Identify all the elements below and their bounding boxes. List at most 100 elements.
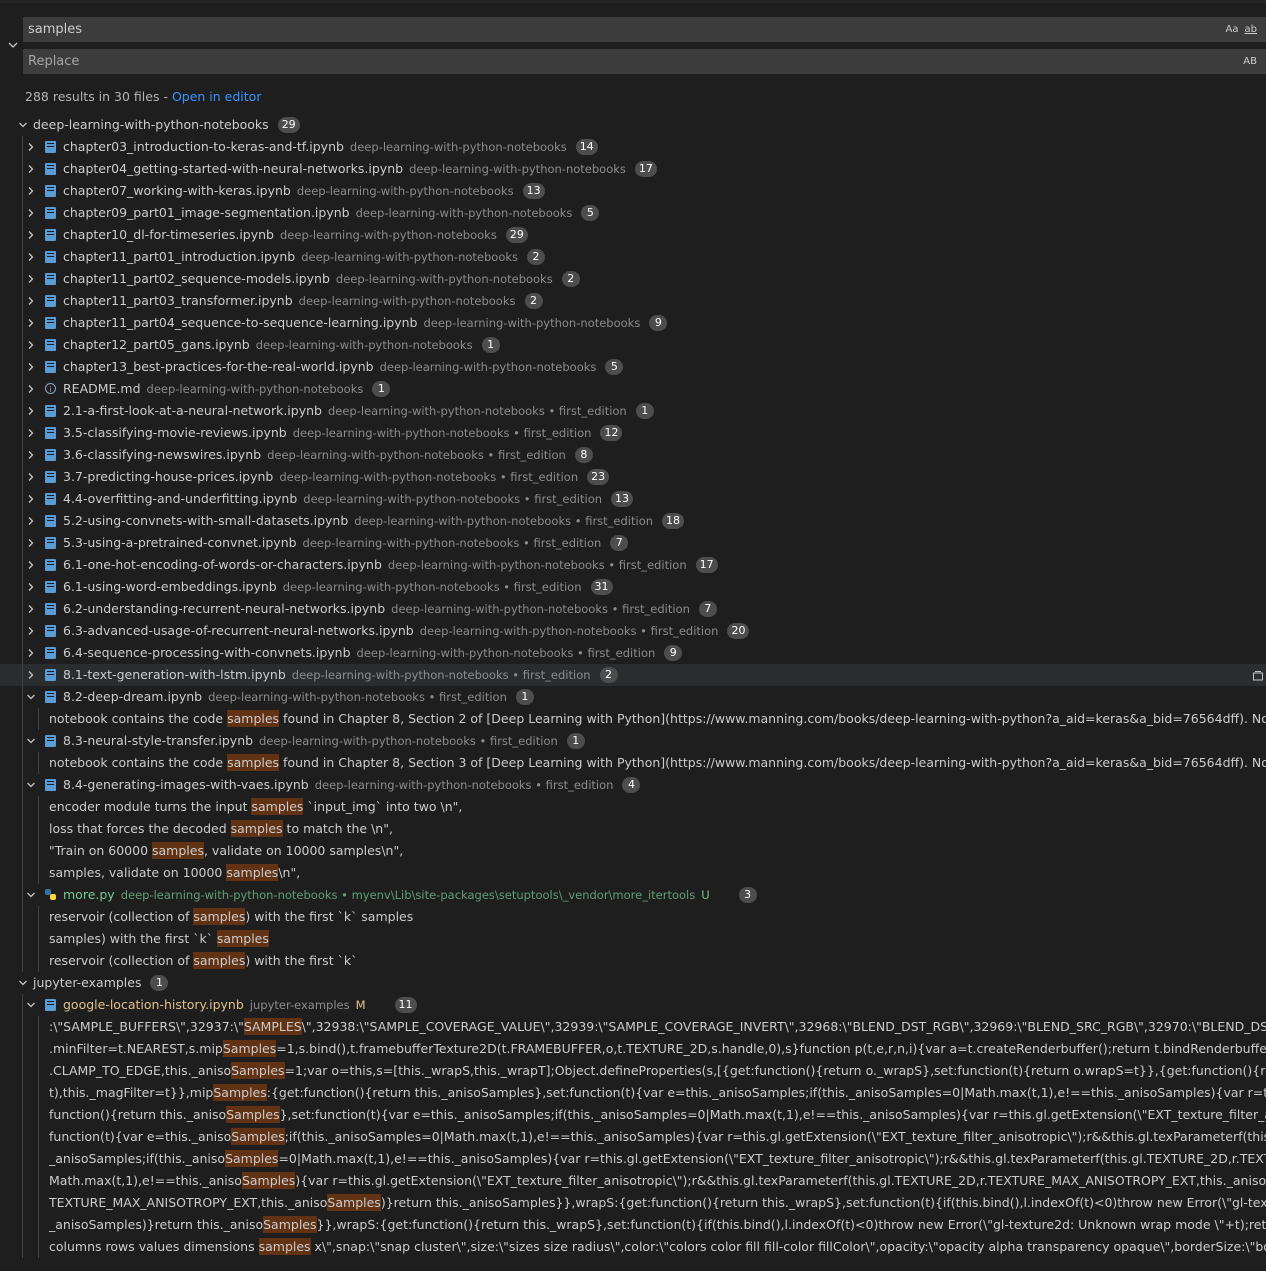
match-row[interactable]: "Train on 60000 samples, validate on 100… (0, 840, 1266, 862)
file-row[interactable]: chapter10_dl-for-timeseries.ipynb deep-le… (0, 224, 1266, 246)
chevron-right-icon[interactable] (24, 268, 38, 290)
file-row[interactable]: chapter13_best-practices-for-the-real-wo… (0, 356, 1266, 378)
chevron-down-icon[interactable] (24, 730, 38, 752)
chevron-right-icon[interactable] (24, 510, 38, 532)
chevron-right-icon[interactable] (24, 356, 38, 378)
chevron-right-icon[interactable] (24, 136, 38, 158)
match-whole-word-icon[interactable]: ab (1245, 24, 1257, 35)
chevron-right-icon[interactable] (24, 598, 38, 620)
chevron-right-icon[interactable] (24, 642, 38, 664)
folder-row[interactable]: jupyter-examples 1 (0, 972, 1266, 994)
replace-input[interactable]: Replace AB (23, 49, 1266, 74)
indent-guide (38, 1236, 39, 1258)
chevron-down-icon[interactable] (24, 994, 38, 1016)
chevron-right-icon[interactable] (24, 224, 38, 246)
match-prefix: loss that forces the decoded (49, 821, 231, 836)
file-row[interactable]: chapter12_part05_gans.ipynb deep-learning… (0, 334, 1266, 356)
match-row[interactable]: samples) with the first `k` samples (0, 928, 1266, 950)
match-row[interactable]: encoder module turns the input samples `… (0, 796, 1266, 818)
match-row[interactable]: columns rows values dimensions samples x… (0, 1236, 1266, 1258)
match-highlight: Samples (263, 1216, 317, 1233)
match-row[interactable]: notebook contains the code samples found… (0, 752, 1266, 774)
file-row[interactable]: 8.1-text-generation-with-lstm.ipynb deep-… (0, 664, 1266, 686)
match-row[interactable]: .minFilter=t.NEAREST,s.mipSamples=1,s.bi… (0, 1038, 1266, 1060)
folder-label: jupyter-examples 1 (33, 972, 169, 994)
chevron-right-icon[interactable] (24, 532, 38, 554)
chevron-down-icon[interactable] (24, 774, 38, 796)
match-row[interactable]: loss that forces the decoded samples to … (0, 818, 1266, 840)
chevron-right-icon[interactable] (24, 422, 38, 444)
file-row[interactable]: chapter11_part03_transformer.ipynb deep-l… (0, 290, 1266, 312)
match-row[interactable]: :\"SAMPLE_BUFFERS\",32937:\"SAMPLES\",32… (0, 1016, 1266, 1038)
chevron-right-icon[interactable] (24, 554, 38, 576)
match-prefix: notebook contains the code (49, 711, 228, 726)
search-input[interactable]: samples Aa ab (23, 17, 1266, 42)
file-row[interactable]: 8.4-generating-images-with-vaes.ipynb dee… (0, 774, 1266, 796)
file-row[interactable]: 8.3-neural-style-transfer.ipynb deep-lear… (0, 730, 1266, 752)
chevron-right-icon[interactable] (24, 620, 38, 642)
chevron-down-icon[interactable] (24, 686, 38, 708)
notebook-file-icon (45, 405, 56, 417)
chevron-right-icon[interactable] (24, 444, 38, 466)
chevron-right-icon[interactable] (24, 158, 38, 180)
chevron-right-icon[interactable] (24, 400, 38, 422)
chevron-right-icon[interactable] (24, 312, 38, 334)
folder-row[interactable]: deep-learning-with-python-notebooks 29 (0, 114, 1266, 136)
chevron-down-icon[interactable] (16, 114, 30, 136)
file-row[interactable]: chapter07_working-with-keras.ipynb deep-l… (0, 180, 1266, 202)
file-row[interactable]: chapter03_introduction-to-keras-and-tf.i… (0, 136, 1266, 158)
match-row[interactable]: notebook contains the code samples found… (0, 708, 1266, 730)
match-row[interactable]: .CLAMP_TO_EDGE,this._anisoSamples=1;var … (0, 1060, 1266, 1082)
chevron-right-icon[interactable] (24, 334, 38, 356)
match-case-icon[interactable]: Aa (1226, 24, 1239, 35)
file-row[interactable]: 5.2-using-convnets-with-small-datasets.i… (0, 510, 1266, 532)
file-row[interactable]: 3.5-classifying-movie-reviews.ipynb deep-… (0, 422, 1266, 444)
file-row[interactable]: 6.4-sequence-processing-with-convnets.ip… (0, 642, 1266, 664)
match-row[interactable]: function(t){var e=this._anisoSamples;if(… (0, 1126, 1266, 1148)
match-row[interactable]: function(){return this._anisoSamples},se… (0, 1104, 1266, 1126)
file-row[interactable]: 6.1-using-word-embeddings.ipynb deep-lear… (0, 576, 1266, 598)
chevron-right-icon[interactable] (24, 576, 38, 598)
preserve-case-icon[interactable]: AB (1243, 56, 1257, 67)
match-row[interactable]: _anisoSamples;if(this._anisoSamples=0|Ma… (0, 1148, 1266, 1170)
file-row[interactable]: 3.7-predicting-house-prices.ipynb deep-le… (0, 466, 1266, 488)
chevron-right-icon[interactable] (24, 290, 38, 312)
file-row[interactable]: 6.1-one-hot-encoding-of-words-or-charact… (0, 554, 1266, 576)
file-label: chapter04_getting-started-with-neural-ne… (63, 158, 657, 180)
match-row[interactable]: TEXTURE_MAX_ANISOTROPY_EXT,this._anisoSa… (0, 1192, 1266, 1214)
file-row[interactable]: chapter09_part01_image-segmentation.ipyn… (0, 202, 1266, 224)
file-row[interactable]: 6.2-understanding-recurrent-neural-netwo… (0, 598, 1266, 620)
file-row[interactable]: chapter04_getting-started-with-neural-ne… (0, 158, 1266, 180)
file-row[interactable]: chapter11_part04_sequence-to-sequence-le… (0, 312, 1266, 334)
chevron-right-icon[interactable] (24, 664, 38, 686)
chevron-down-icon[interactable] (24, 884, 38, 906)
chevron-right-icon[interactable] (24, 488, 38, 510)
file-row[interactable]: chapter11_part02_sequence-models.ipynb de… (0, 268, 1266, 290)
file-row[interactable]: 8.2-deep-dream.ipynb deep-learning-with-p… (0, 686, 1266, 708)
file-row[interactable]: chapter11_part01_introduction.ipynb deep-… (0, 246, 1266, 268)
chevron-right-icon[interactable] (24, 202, 38, 224)
match-row[interactable]: t),this._magFilter=t}},mipSamples:{get:f… (0, 1082, 1266, 1104)
file-row[interactable]: i README.md deep-learning-with-python-note… (0, 378, 1266, 400)
match-row[interactable]: reservoir (collection of samples) with t… (0, 950, 1266, 972)
file-row[interactable]: 4.4-overfitting-and-underfitting.ipynb de… (0, 488, 1266, 510)
file-row[interactable]: 5.3-using-a-pretrained-convnet.ipynb deep… (0, 532, 1266, 554)
chevron-right-icon[interactable] (24, 466, 38, 488)
file-row[interactable]: 3.6-classifying-newswires.ipynb deep-lear… (0, 444, 1266, 466)
chevron-right-icon[interactable] (24, 180, 38, 202)
match-row[interactable]: samples, validate on 10000 samples\n", (0, 862, 1266, 884)
match-row[interactable]: Math.max(t,1),e!==this._anisoSamples){va… (0, 1170, 1266, 1192)
file-row[interactable]: more.py deep-learning-with-python-noteboo… (0, 884, 1266, 906)
chevron-right-icon[interactable] (24, 378, 38, 400)
replace-all-icon[interactable] (1252, 667, 1264, 686)
open-in-editor-link[interactable]: Open in editor (172, 89, 262, 104)
chevron-right-icon[interactable] (24, 246, 38, 268)
file-row[interactable]: 2.1-a-first-look-at-a-neural-network.ipy… (0, 400, 1266, 422)
match-row[interactable]: _anisoSamples)}return this._anisoSamples… (0, 1214, 1266, 1236)
file-row[interactable]: google-location-history.ipynb jupyter-exa… (0, 994, 1266, 1016)
file-row[interactable]: 6.3-advanced-usage-of-recurrent-neural-n… (0, 620, 1266, 642)
match-row[interactable]: reservoir (collection of samples) with t… (0, 906, 1266, 928)
toggle-replace-chevron-icon[interactable] (6, 39, 20, 53)
chevron-down-icon[interactable] (16, 972, 30, 994)
match-suffix: x\",snap:\"snap cluster\",size:\"sizes s… (314, 1239, 1266, 1254)
